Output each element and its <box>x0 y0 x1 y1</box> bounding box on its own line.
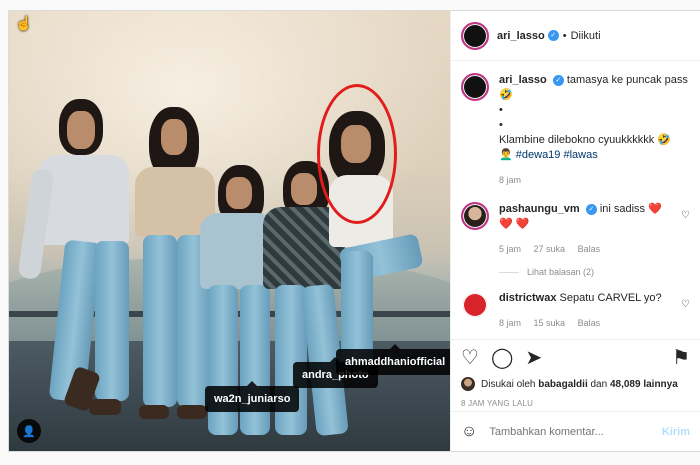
comment-time: 8 jam <box>499 318 522 328</box>
liker-avatar[interactable] <box>461 377 475 391</box>
comment-icon[interactable]: ◯ <box>491 348 513 368</box>
post-time-ago: 8 JAM YANG LALU <box>461 399 534 408</box>
caption-comment: ari_lasso ✓ tamasya ke puncak pass 🤣 • •… <box>461 73 690 188</box>
caption-text-1: tamasya ke puncak pass <box>566 74 688 86</box>
emoji-icon[interactable]: ☺ <box>461 423 477 441</box>
reply-button[interactable]: Balas <box>578 318 601 328</box>
caption-hashtags[interactable]: #dewa19 #lawas <box>516 149 598 161</box>
caption-dot-2: • <box>499 119 503 131</box>
commenter-avatar[interactable] <box>461 202 489 230</box>
commenter-avatar[interactable] <box>461 291 489 319</box>
hand-cursor-icon: ☝ <box>15 15 33 31</box>
man-emoji-icon: 👨‍🦱 <box>499 149 513 161</box>
share-icon[interactable]: ➤ <box>525 348 542 368</box>
comment-text: ini sadiss <box>599 203 646 215</box>
like-comment-icon[interactable]: ♡ <box>681 208 690 257</box>
like-comment-icon[interactable]: ♡ <box>681 297 690 331</box>
caption-text-2: Klambine dilebokno cyuukkkkkk <box>499 134 655 146</box>
reply-button[interactable]: Balas <box>578 244 601 254</box>
comment-username[interactable]: ari_lasso <box>499 74 547 86</box>
comment-composer: ☺ Kirim <box>451 411 700 451</box>
comment-input[interactable] <box>489 425 662 438</box>
highlight-circle <box>317 84 397 224</box>
user-tag-wa2n[interactable]: wa2n_juniarso <box>205 381 300 412</box>
comment-item: pashaungu_vm ✓ ini sadiss ❤️❤️ ❤️ 5 jam … <box>461 202 690 257</box>
user-tag-ahmaddhani[interactable]: ahmaddhaniofficial <box>336 344 450 375</box>
author-avatar[interactable] <box>461 21 489 50</box>
laugh-emoji-icon: 🤣 <box>657 134 672 146</box>
separator-dot: • <box>562 29 567 42</box>
verified-badge-icon: ✓ <box>552 74 564 86</box>
likes-count[interactable]: 48,089 lainnya <box>610 379 678 390</box>
bookmark-icon[interactable]: ⚑ <box>672 348 690 368</box>
post-header: ari_lasso ✓ • Diikuti <box>451 11 700 61</box>
comment-username[interactable]: districtwax <box>499 292 556 304</box>
comment-username[interactable]: pashaungu_vm <box>499 203 580 215</box>
comments-list: ari_lasso ✓ tamasya ke puncak pass 🤣 • •… <box>451 61 700 339</box>
likes-summary: Disukai oleh babagaldii dan 48,089 lainn… <box>461 377 690 391</box>
verified-badge-icon: ✓ <box>585 203 597 215</box>
likes-middle: dan <box>590 378 608 390</box>
author-username[interactable]: ari_lasso <box>497 30 545 42</box>
view-replies-button[interactable]: Lihat balasan (2) <box>499 267 690 277</box>
post-sidebar: ari_lasso ✓ • Diikuti ari_lasso ✓ tamasy… <box>450 11 700 451</box>
caption-dot-1: • <box>499 104 503 116</box>
follow-status[interactable]: Diikuti <box>571 30 601 42</box>
send-button[interactable]: Kirim <box>662 426 690 438</box>
verified-badge-icon: ✓ <box>547 30 559 41</box>
post-frame: wa2n_juniarso andra_photo ahmaddhanioffi… <box>8 10 700 452</box>
comment-text: Sepatu CARVEL yo? <box>559 292 662 304</box>
person-icon: 👤 <box>22 425 36 438</box>
user-tags-button[interactable]: 👤 <box>17 419 41 443</box>
comment-time: 8 jam <box>499 175 522 185</box>
author-avatar[interactable] <box>461 73 489 101</box>
comment-likes[interactable]: 27 suka <box>534 244 566 254</box>
comment-time: 5 jam <box>499 244 522 254</box>
post-actions: ♡ ◯ ➤ ⚑ Disukai oleh babagaldii dan 48,0… <box>451 339 700 408</box>
likes-prefix: Disukai oleh <box>481 378 536 390</box>
comment-likes[interactable]: 15 suka <box>534 318 566 328</box>
post-photo[interactable]: wa2n_juniarso andra_photo ahmaddhanioffi… <box>9 11 450 451</box>
heart-icon[interactable]: ♡ <box>461 348 479 368</box>
comment-item: districtwax Sepatu CARVEL yo? 8 jam 15 s… <box>461 291 690 331</box>
laugh-emoji-icon: 🤣 <box>499 89 513 101</box>
liker-username[interactable]: babagaldii <box>538 379 587 390</box>
